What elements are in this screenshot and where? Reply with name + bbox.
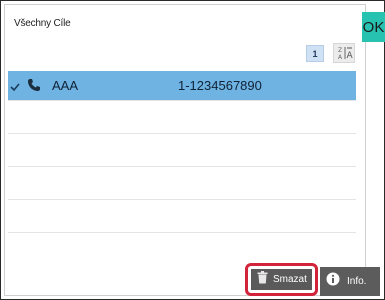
page-title: Všechny Cíle [14,18,71,29]
list-item[interactable]: AAA 1-1234567890 [8,71,356,100]
row-divider [8,199,356,200]
delete-button-body[interactable]: Smazat [251,269,312,290]
delete-label: Smazat [273,274,307,285]
svg-text:Z: Z [338,47,342,54]
row-divider [8,232,356,233]
info-label: Info. [347,276,367,287]
destination-number: 1-1234567890 [178,78,262,93]
destination-name: AAA [52,78,79,93]
row-divider [8,166,356,167]
delete-button[interactable]: Smazat [245,263,318,296]
row-divider [8,133,356,134]
svg-text:A: A [347,51,354,61]
trash-icon [257,270,268,289]
info-button[interactable]: Info. [320,267,380,296]
svg-text:A: A [338,54,343,61]
sort-icon[interactable]: Z A A [333,43,355,63]
check-icon [10,79,20,97]
ok-button[interactable]: OK [362,12,385,42]
page-number[interactable]: 1 [306,45,324,62]
row-divider [8,100,356,101]
info-icon [326,272,340,291]
phone-icon [27,78,41,97]
